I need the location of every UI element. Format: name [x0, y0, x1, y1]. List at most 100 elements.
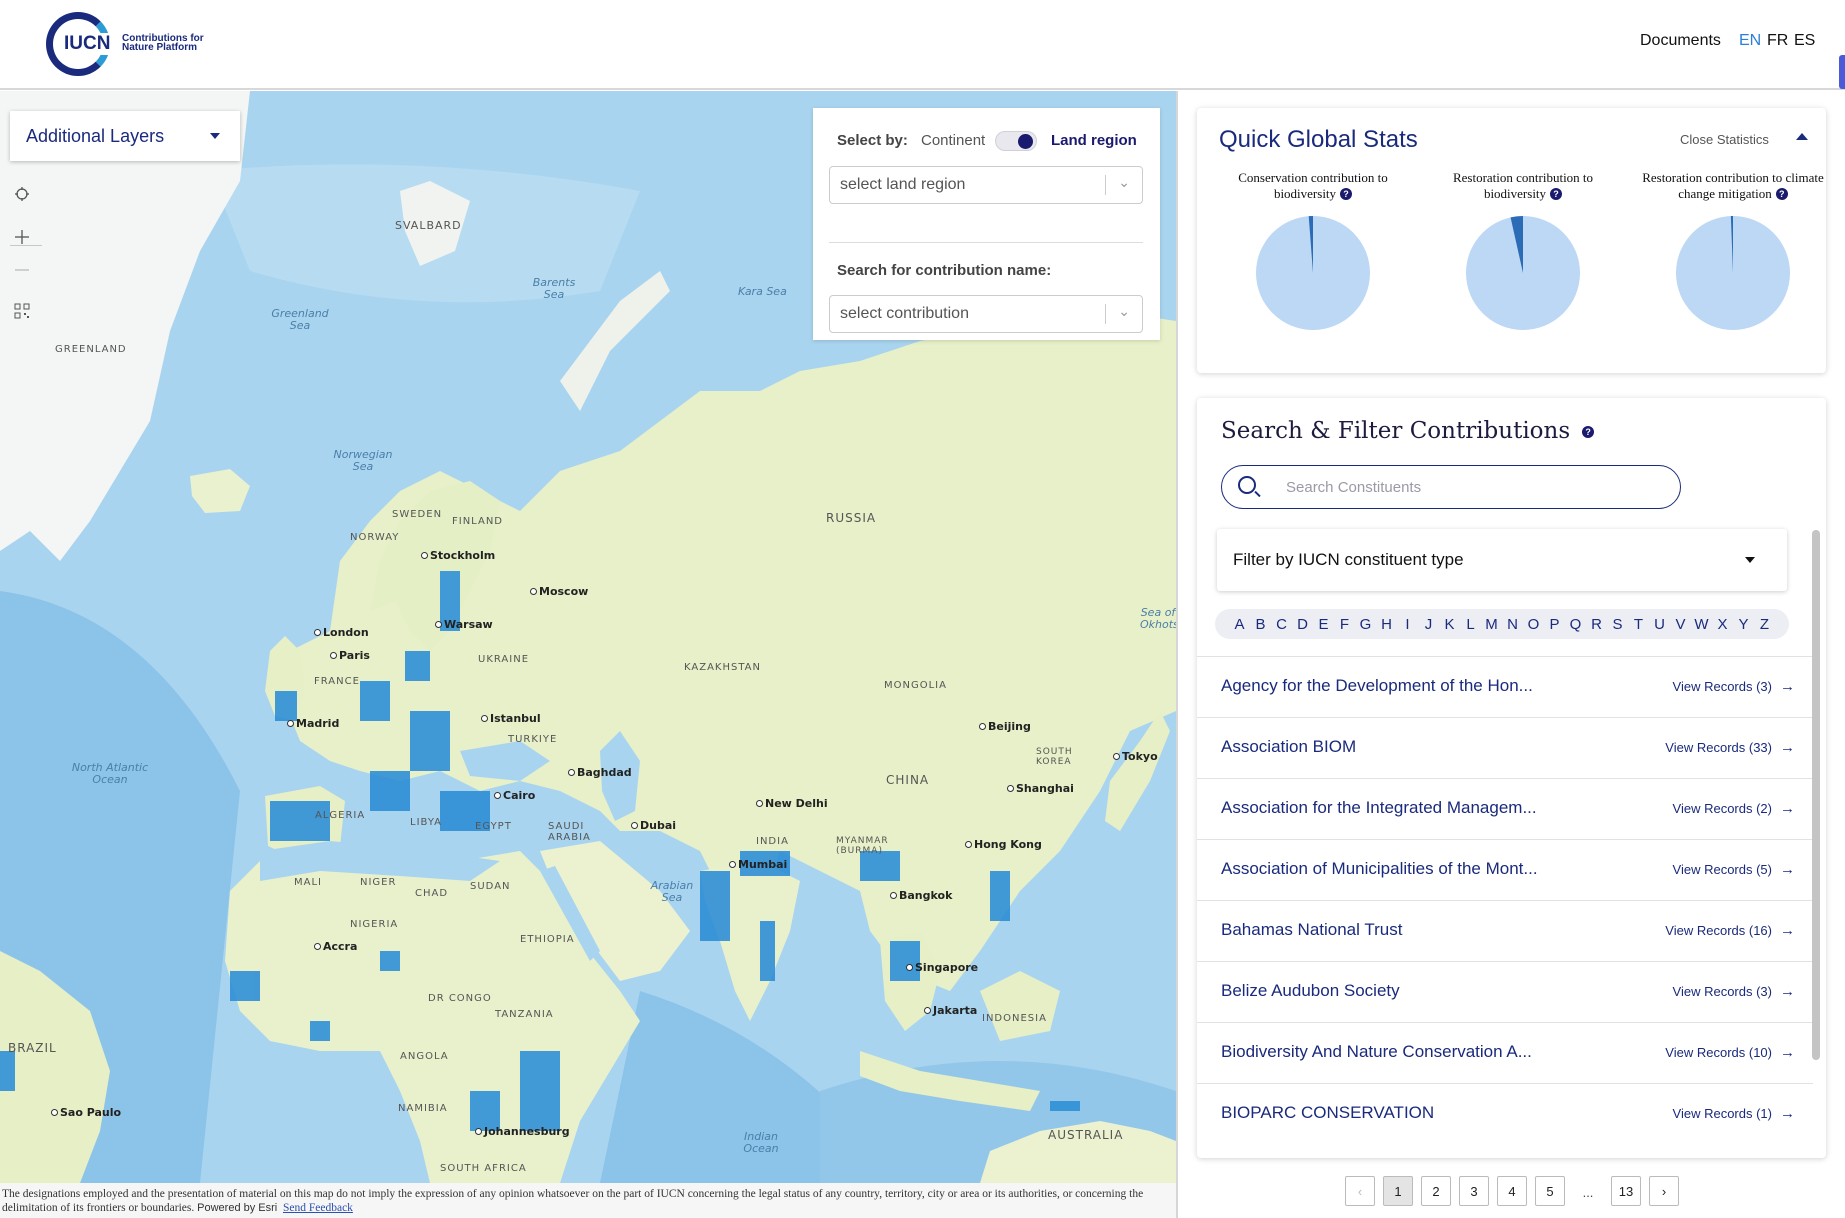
iucn-logo[interactable]: IUCN Contributions for Nature Platform — [46, 12, 216, 78]
constituent-name[interactable]: Association BIOM — [1221, 737, 1356, 757]
lang-es-link[interactable]: ES — [1794, 32, 1815, 50]
prev-page-button[interactable]: ‹ — [1345, 1176, 1375, 1206]
list-item[interactable]: Belize Audubon Society View Records (3) → — [1197, 961, 1813, 1022]
land-region-select[interactable]: select land region ⌄ — [829, 166, 1143, 204]
letter-filter-c[interactable]: C — [1271, 616, 1292, 633]
letter-filter-e[interactable]: E — [1313, 616, 1334, 633]
view-records-link[interactable]: View Records (33) → — [1665, 739, 1795, 756]
constituent-type-dropdown[interactable]: Filter by IUCN constituent type — [1217, 529, 1787, 591]
view-records-link[interactable]: View Records (16) → — [1665, 922, 1795, 939]
constituent-name[interactable]: Association of Municipalities of the Mon… — [1221, 859, 1538, 879]
list-item[interactable]: BIOPARC CONSERVATION View Records (1) → — [1197, 1083, 1813, 1144]
letter-filter-i[interactable]: I — [1397, 616, 1418, 633]
letter-filter-w[interactable]: W — [1691, 616, 1712, 633]
arrow-right-icon: → — [1780, 1044, 1795, 1061]
letter-filter-z[interactable]: Z — [1754, 616, 1775, 633]
side-feedback-tab[interactable] — [1839, 55, 1845, 89]
letter-filter-n[interactable]: N — [1502, 616, 1523, 633]
list-item[interactable]: Bahamas National Trust View Records (16) → — [1197, 900, 1813, 961]
page-button-5[interactable]: 5 — [1535, 1176, 1565, 1206]
world-map[interactable]: SVALBARD GREENLAND RUSSIA FINLAND SWEDEN… — [0, 91, 1176, 1183]
pie-chart — [1466, 216, 1580, 330]
page-button-1[interactable]: 1 — [1383, 1176, 1413, 1206]
send-feedback-link[interactable]: Send Feedback — [283, 1202, 353, 1214]
constituent-name[interactable]: Belize Audubon Society — [1221, 981, 1400, 1001]
caret-up-icon[interactable] — [1796, 133, 1808, 140]
close-statistics-button[interactable]: Close Statistics — [1680, 132, 1769, 147]
list-scrollbar[interactable] — [1812, 530, 1820, 1060]
arrow-right-icon: → — [1780, 800, 1795, 817]
letter-filter-u[interactable]: U — [1649, 616, 1670, 633]
letter-filter-p[interactable]: P — [1544, 616, 1565, 633]
letter-filter-y[interactable]: Y — [1733, 616, 1754, 633]
letter-filter-b[interactable]: B — [1250, 616, 1271, 633]
locate-icon[interactable] — [14, 186, 38, 210]
letter-filter-x[interactable]: X — [1712, 616, 1733, 633]
search-constituents[interactable] — [1221, 465, 1681, 509]
letter-filter-l[interactable]: L — [1460, 616, 1481, 633]
letter-filter-k[interactable]: K — [1439, 616, 1460, 633]
letter-filter-t[interactable]: T — [1628, 616, 1649, 633]
help-icon[interactable]: ? — [1340, 188, 1353, 200]
lang-en-link[interactable]: EN — [1739, 32, 1761, 50]
letter-filter-g[interactable]: G — [1355, 616, 1376, 633]
city-dubai: Dubai — [630, 819, 677, 832]
label-mongolia: MONGOLIA — [884, 680, 947, 691]
letter-filter-q[interactable]: Q — [1565, 616, 1586, 633]
letter-filter-d[interactable]: D — [1292, 616, 1313, 633]
view-records-link[interactable]: View Records (5) → — [1673, 861, 1795, 878]
label-egypt: EGYPT — [475, 821, 512, 832]
letter-filter-f[interactable]: F — [1334, 616, 1355, 633]
label-china: CHINA — [886, 773, 930, 787]
additional-layers-dropdown[interactable]: Additional Layers — [10, 111, 240, 161]
letter-filter-o[interactable]: O — [1523, 616, 1544, 633]
view-records-link[interactable]: View Records (3) → — [1673, 983, 1795, 1000]
caret-down-icon — [1745, 557, 1755, 563]
next-page-button[interactable]: › — [1649, 1176, 1679, 1206]
search-input[interactable] — [1286, 476, 1666, 498]
city-cairo: Cairo — [493, 789, 536, 802]
view-records-link[interactable]: View Records (3) → — [1673, 678, 1795, 695]
lang-fr-link[interactable]: FR — [1767, 32, 1788, 50]
zoom-out-icon[interactable] — [14, 262, 38, 286]
scrollbar-thumb[interactable] — [1812, 530, 1820, 1060]
continent-region-toggle[interactable] — [995, 131, 1037, 151]
page-button-13[interactable]: 13 — [1611, 1176, 1641, 1206]
page-button-3[interactable]: 3 — [1459, 1176, 1489, 1206]
letter-filter-s[interactable]: S — [1607, 616, 1628, 633]
list-item[interactable]: Association for the Integrated Managem..… — [1197, 778, 1813, 839]
qr-grid-icon[interactable] — [14, 303, 38, 327]
help-icon[interactable]: ? — [1775, 188, 1788, 200]
page-button-2[interactable]: 2 — [1421, 1176, 1451, 1206]
letter-filter-h[interactable]: H — [1376, 616, 1397, 633]
arrow-right-icon: → — [1780, 678, 1795, 695]
letter-filter-r[interactable]: R — [1586, 616, 1607, 633]
list-item[interactable]: Biodiversity And Nature Conservation A..… — [1197, 1022, 1813, 1083]
view-records-link[interactable]: View Records (1) → — [1673, 1105, 1795, 1122]
view-records-link[interactable]: View Records (2) → — [1673, 800, 1795, 817]
help-icon[interactable]: ? — [1582, 426, 1595, 438]
zoom-in-icon[interactable] — [14, 229, 38, 253]
list-item[interactable]: Agency for the Development of the Hon...… — [1197, 656, 1813, 717]
label-ukraine: UKRAINE — [478, 654, 530, 665]
constituent-name[interactable]: Biodiversity And Nature Conservation A..… — [1221, 1042, 1532, 1062]
help-icon[interactable]: ? — [1550, 188, 1563, 200]
page-button-4[interactable]: 4 — [1497, 1176, 1527, 1206]
toggle-continent-label[interactable]: Continent — [921, 132, 985, 149]
constituent-name[interactable]: Bahamas National Trust — [1221, 920, 1402, 940]
constituent-name[interactable]: Association for the Integrated Managem..… — [1221, 798, 1537, 818]
documents-link[interactable]: Documents — [1640, 32, 1721, 50]
view-records-link[interactable]: View Records (10) → — [1665, 1044, 1795, 1061]
list-item[interactable]: Association BIOM View Records (33) → — [1197, 717, 1813, 778]
letter-filter-a[interactable]: A — [1229, 616, 1250, 633]
label-namibia: NAMIBIA — [398, 1103, 448, 1114]
city-paris: Paris — [330, 649, 370, 662]
letter-filter-m[interactable]: M — [1481, 616, 1502, 633]
constituent-name[interactable]: Agency for the Development of the Hon... — [1221, 676, 1533, 696]
letter-filter-j[interactable]: J — [1418, 616, 1439, 633]
constituent-name[interactable]: BIOPARC CONSERVATION — [1221, 1103, 1434, 1123]
toggle-land-region-label[interactable]: Land region — [1051, 132, 1137, 149]
contribution-select[interactable]: select contribution ⌄ — [829, 295, 1143, 333]
letter-filter-v[interactable]: V — [1670, 616, 1691, 633]
list-item[interactable]: Association of Municipalities of the Mon… — [1197, 839, 1813, 900]
